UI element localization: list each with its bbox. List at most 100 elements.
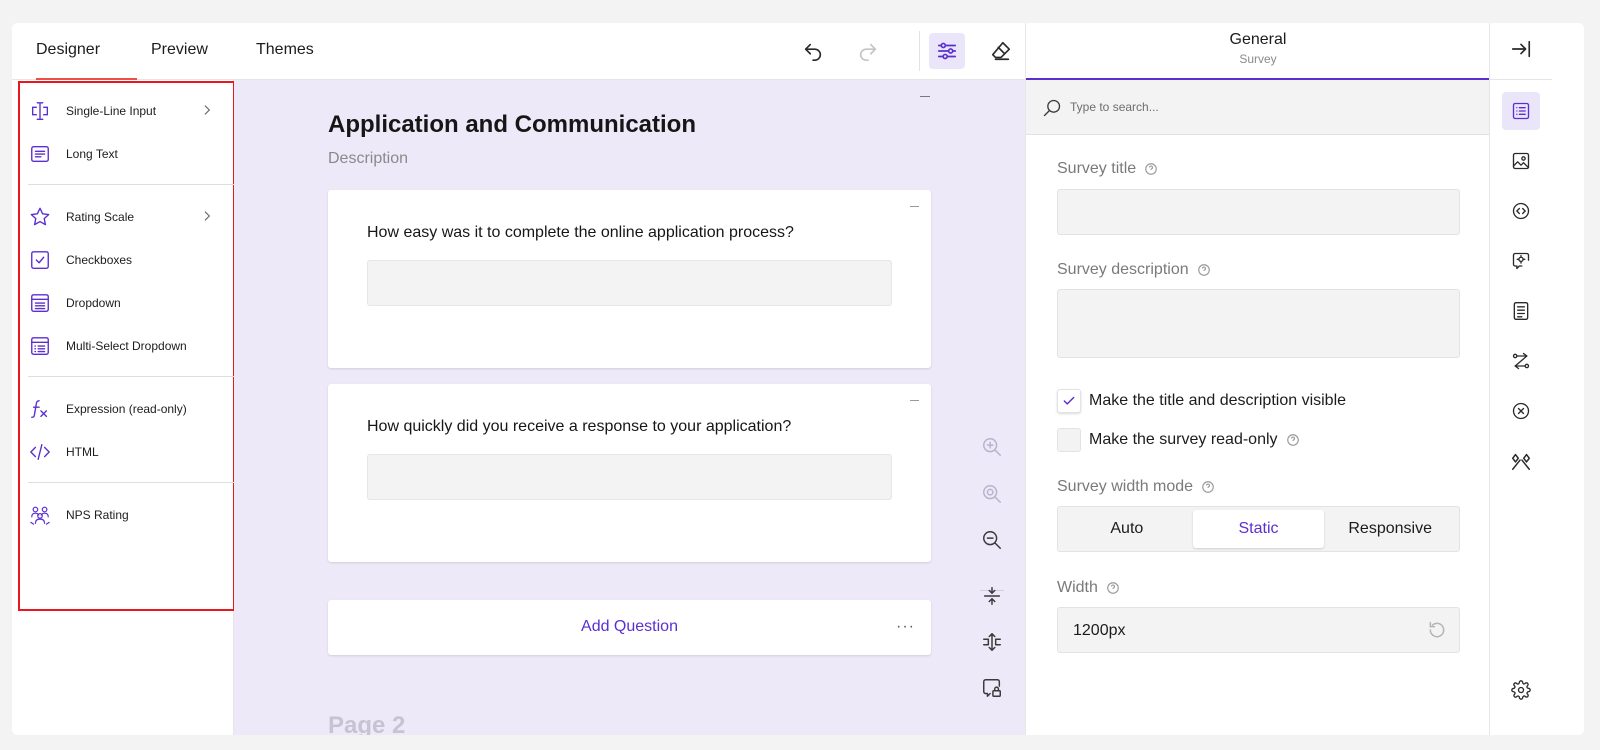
question-collapse-button[interactable] (910, 400, 919, 401)
star-icon (28, 205, 52, 229)
undo-button[interactable] (795, 33, 831, 69)
survey-description-label: Survey description (1057, 261, 1211, 279)
category-logo-button[interactable] (1502, 142, 1540, 180)
zoom-in-button[interactable] (978, 433, 1006, 461)
logic-flow-icon (1512, 352, 1530, 370)
help-icon[interactable] (1144, 162, 1158, 176)
read-only-checkbox[interactable] (1057, 428, 1081, 452)
undo-icon (804, 43, 822, 61)
survey-title-input[interactable] (1057, 189, 1460, 235)
width-input[interactable]: 1200px (1057, 607, 1460, 653)
question-card[interactable]: How easy was it to complete the online a… (328, 190, 931, 368)
add-question-bar: Add Question ··· (328, 600, 931, 655)
tab-preview[interactable]: Preview (151, 23, 208, 80)
read-only-checkbox-row[interactable]: Make the survey read-only (1057, 428, 1300, 452)
help-icon[interactable] (1201, 480, 1215, 494)
width-mode-static[interactable]: Static (1192, 510, 1325, 548)
page-collapse-button[interactable] (920, 96, 930, 97)
category-pages-button[interactable] (1502, 292, 1540, 330)
checkbox-icon (28, 248, 52, 272)
page-title[interactable]: Application and Communication (328, 111, 696, 139)
clear-survey-button[interactable] (983, 33, 1019, 69)
settings-toggle-button[interactable] (929, 33, 965, 69)
survey-title-label-text: Survey title (1057, 160, 1137, 177)
long-text-icon (28, 142, 52, 166)
tab-designer[interactable]: Designer (36, 23, 137, 80)
collapse-panel-button[interactable] (1502, 30, 1540, 68)
reset-icon[interactable] (1427, 620, 1447, 640)
width-value: 1200px (1073, 622, 1126, 639)
eraser-icon (991, 41, 1011, 61)
question-text-input[interactable] (367, 260, 892, 306)
zoom-out-icon (983, 531, 1001, 549)
creator-settings-button[interactable] (1502, 671, 1540, 709)
top-toolbar: Designer Preview Themes (12, 23, 1047, 80)
category-navigation-button[interactable] (1502, 192, 1540, 230)
toolbox-item-html[interactable]: HTML (28, 434, 218, 470)
width-mode-responsive[interactable]: Responsive (1324, 510, 1456, 548)
redo-button[interactable] (850, 33, 886, 69)
page-description[interactable]: Description (328, 150, 408, 168)
question-title[interactable]: How quickly did you receive a response t… (367, 418, 791, 436)
design-canvas: Application and Communication Descriptio… (234, 80, 1025, 735)
property-panel: General Survey Survey title Survey descr… (1025, 23, 1490, 735)
zoom-fit-button[interactable] (978, 480, 1006, 508)
function-icon (28, 397, 52, 421)
width-mode-auto[interactable]: Auto (1061, 510, 1193, 548)
multi-select-icon (28, 334, 52, 358)
survey-creator-app: Designer Preview Themes Single-Line Inpu… (12, 23, 1584, 735)
toolbox-item-multi-select-dropdown[interactable]: Multi-Select Dropdown (28, 328, 218, 364)
toolbox-item-checkboxes[interactable]: Checkboxes (28, 242, 218, 278)
property-panel-title: General (1229, 31, 1287, 48)
gear-icon (1511, 680, 1531, 700)
title-visible-checkbox[interactable] (1057, 389, 1081, 413)
toolbox-item-expression[interactable]: Expression (read-only) (28, 391, 218, 427)
collapse-all-button[interactable] (978, 582, 1006, 610)
title-visible-checkbox-row[interactable]: Make the title and description visible (1057, 389, 1346, 413)
survey-description-label-text: Survey description (1057, 261, 1189, 278)
toolbox-item-single-line-input[interactable]: Single-Line Input (28, 93, 218, 129)
category-question-settings-button[interactable] (1502, 242, 1540, 280)
help-icon[interactable] (1106, 581, 1120, 595)
navigation-icon (1512, 202, 1530, 220)
category-general-button[interactable] (1502, 92, 1540, 130)
toolbox-item-nps-rating[interactable]: NPS Rating (28, 497, 218, 533)
toolbox-item-rating-scale[interactable]: Rating Scale (28, 199, 218, 235)
question-title[interactable]: How easy was it to complete the online a… (367, 224, 794, 242)
toolbox-item-label: Single-Line Input (66, 104, 157, 118)
survey-description-input[interactable] (1057, 289, 1460, 358)
help-icon[interactable] (1197, 263, 1211, 277)
width-label: Width (1057, 579, 1120, 597)
question-card[interactable]: How quickly did you receive a response t… (328, 384, 931, 562)
category-quiz-button[interactable] (1502, 392, 1540, 430)
toolbox-item-label: Expression (read-only) (66, 402, 187, 416)
toolbox-item-label: Dropdown (66, 296, 121, 310)
expand-all-button[interactable] (978, 628, 1006, 656)
question-text-input[interactable] (367, 454, 892, 500)
toolbox-item-long-text[interactable]: Long Text (28, 136, 218, 172)
more-options-button[interactable]: ··· (896, 618, 915, 636)
close-circle-icon (1512, 402, 1530, 420)
next-page-title: Page 2 (328, 712, 406, 735)
collapse-all-icon (983, 587, 1001, 605)
code-icon (28, 440, 52, 464)
category-completion-button[interactable] (1502, 442, 1540, 480)
lock-comment-icon (983, 679, 1001, 697)
read-only-label: Make the survey read-only (1089, 431, 1278, 448)
toolbar-divider (919, 31, 920, 71)
toolbox-item-dropdown[interactable]: Dropdown (28, 285, 218, 321)
question-collapse-button[interactable] (910, 206, 919, 207)
toolbox-divider (28, 482, 234, 483)
title-visible-label: Make the title and description visible (1089, 392, 1347, 409)
toolbox-item-label: HTML (66, 445, 99, 459)
lock-question-button[interactable] (978, 674, 1006, 702)
add-question-button[interactable]: Add Question (328, 618, 931, 636)
tab-themes[interactable]: Themes (256, 23, 314, 80)
width-mode-label-text: Survey width mode (1057, 478, 1194, 495)
expand-all-icon (983, 633, 1001, 651)
nps-icon (28, 503, 52, 527)
help-icon[interactable] (1286, 433, 1300, 447)
category-logic-button[interactable] (1502, 342, 1540, 380)
zoom-out-button[interactable] (978, 526, 1006, 554)
property-search-input[interactable] (1070, 96, 1450, 118)
